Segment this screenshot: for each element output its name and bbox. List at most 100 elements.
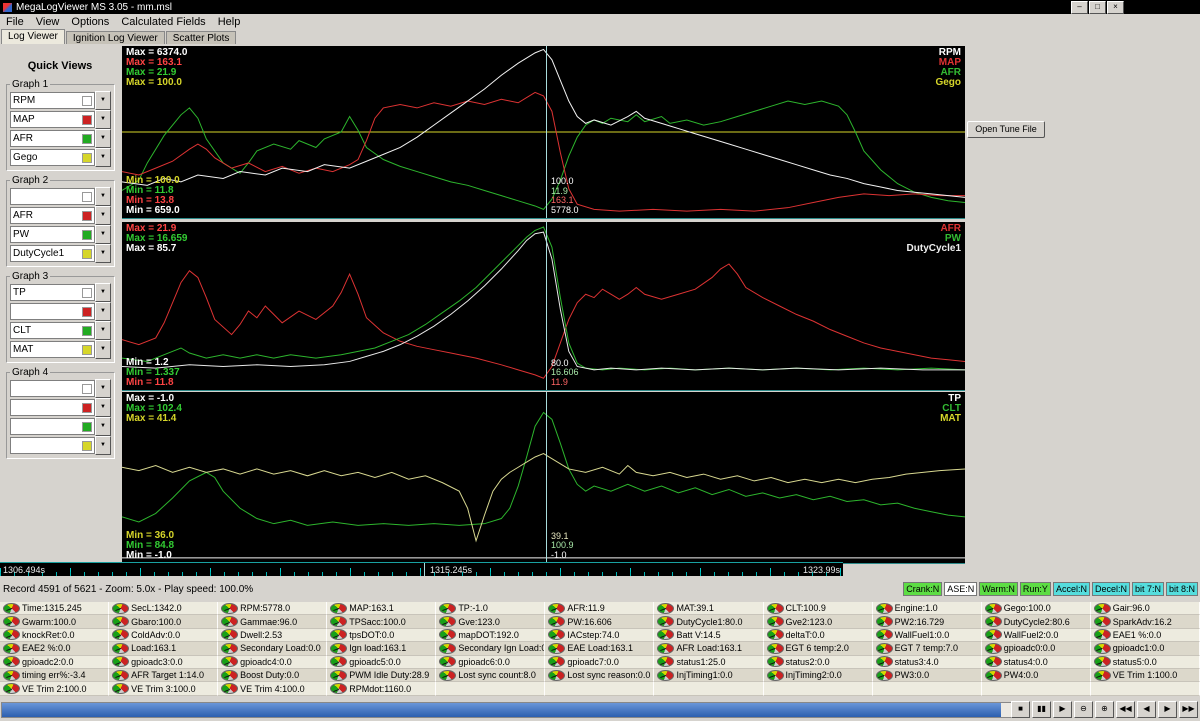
dropdown-arrow-icon[interactable]: ▼ [95, 206, 111, 225]
channel-select[interactable]: AFR [10, 130, 95, 147]
channel-select-row: ▼ [10, 302, 111, 321]
tab-scatter-plots[interactable]: Scatter Plots [165, 31, 237, 44]
channel-select[interactable]: RPM [10, 92, 95, 109]
channel-select[interactable]: TP [10, 284, 95, 301]
gauge-dial-icon [439, 642, 457, 654]
skip-forward-button[interactable]: ▶▶ [1179, 701, 1198, 718]
gauge-dial-icon [875, 642, 893, 654]
gauge-dial-icon [657, 669, 675, 681]
gauge-label: tpsDOT:0.0 [349, 629, 395, 640]
channel-select-value: AFR [13, 133, 33, 144]
channel-select[interactable]: MAP [10, 111, 95, 128]
menu-item-view[interactable]: View [30, 16, 66, 28]
channel-select[interactable]: MAT [10, 341, 95, 358]
dropdown-arrow-icon[interactable]: ▼ [95, 110, 111, 129]
gauge-label: Gbaro:100.0 [131, 616, 182, 627]
gauge-label: Secondary Ign Load:0.0 [458, 643, 546, 654]
channel-select[interactable]: Gego [10, 149, 95, 166]
gauge-dial-icon [112, 669, 130, 681]
trace-dutycycle1 [122, 232, 965, 370]
gauge-dial-icon [875, 616, 893, 628]
channel-color-chip[interactable] [82, 191, 92, 202]
bottom-bar: ■ ▮▮ ▶ ⊖ ⊕ ◀◀ ◀ ▶ ▶▶ [0, 696, 1200, 721]
dropdown-arrow-icon[interactable]: ▼ [95, 148, 111, 167]
scrollbar-thumb[interactable] [2, 703, 1001, 717]
channel-color-chip[interactable] [82, 210, 92, 221]
play-button[interactable]: ▶ [1053, 701, 1072, 718]
maximize-button[interactable]: □ [1089, 1, 1106, 14]
channel-color-chip[interactable] [82, 133, 92, 144]
gauge-dial-icon [3, 683, 20, 695]
dropdown-arrow-icon[interactable]: ▼ [95, 187, 111, 206]
gauge: VE Trim 4:100.0 [218, 682, 328, 696]
dropdown-arrow-icon[interactable]: ▼ [95, 91, 111, 110]
channel-select[interactable]: CLT [10, 322, 95, 339]
step-forward-button[interactable]: ▶ [1158, 701, 1177, 718]
dropdown-arrow-icon[interactable]: ▼ [95, 398, 111, 417]
gauge-label: EAE Load:163.1 [567, 643, 633, 654]
timeline[interactable]: 1306.494s 1315.245s 1323.99s [0, 562, 843, 576]
channel-color-chip[interactable] [82, 248, 92, 259]
channel-select-row: TP ▼ [10, 283, 111, 302]
menu-item-options[interactable]: Options [65, 16, 115, 28]
chart-graph3[interactable]: Max = -1.0 Max = 102.4 Max = 41.4 Min = 36.… [122, 392, 965, 564]
channel-color-chip[interactable] [82, 229, 92, 240]
dropdown-arrow-icon[interactable]: ▼ [95, 379, 111, 398]
dropdown-arrow-icon[interactable]: ▼ [95, 417, 111, 436]
gauge-dial-icon [766, 602, 784, 614]
dropdown-arrow-icon[interactable]: ▼ [95, 340, 111, 359]
channel-color-chip[interactable] [82, 152, 92, 163]
dropdown-arrow-icon[interactable]: ▼ [95, 321, 111, 340]
gauge-dial-icon [330, 616, 348, 628]
open-tune-file-button[interactable]: Open Tune File [967, 121, 1045, 138]
dropdown-arrow-icon[interactable]: ▼ [95, 436, 111, 455]
stop-button[interactable]: ■ [1011, 701, 1030, 718]
dropdown-arrow-icon[interactable]: ▼ [95, 129, 111, 148]
channel-color-chip[interactable] [82, 287, 92, 298]
channel-select[interactable] [10, 399, 95, 416]
chart-graph1[interactable]: Max = 6374.0 Max = 163.1 Max = 21.9 Max = 1… [122, 46, 965, 219]
gauge-dial-icon [439, 629, 457, 641]
channel-select[interactable] [10, 418, 95, 435]
horizontal-scrollbar[interactable] [1, 702, 1017, 718]
zoom-out-button[interactable]: ⊖ [1074, 701, 1093, 718]
gauge: PWM Idle Duty:28.9 [327, 668, 437, 683]
gauge-label: EGT 6 temp:2.0 [785, 643, 849, 654]
channel-color-chip[interactable] [82, 95, 92, 106]
channel-select[interactable] [10, 188, 95, 205]
minimize-button[interactable]: – [1071, 1, 1088, 14]
step-back-button[interactable]: ◀ [1137, 701, 1156, 718]
tab-log-viewer[interactable]: Log Viewer [1, 29, 65, 44]
channel-select[interactable]: AFR [10, 207, 95, 224]
dropdown-arrow-icon[interactable]: ▼ [95, 283, 111, 302]
dropdown-arrow-icon[interactable]: ▼ [95, 225, 111, 244]
gauge: PW3:0.0 [872, 668, 982, 683]
close-button[interactable]: × [1107, 1, 1124, 14]
dropdown-arrow-icon[interactable]: ▼ [95, 302, 111, 321]
channel-color-chip[interactable] [82, 114, 92, 125]
menu-item-calculated-fields[interactable]: Calculated Fields [115, 16, 211, 28]
menu-item-help[interactable]: Help [212, 16, 247, 28]
pause-button[interactable]: ▮▮ [1032, 701, 1051, 718]
channel-color-chip[interactable] [82, 421, 92, 432]
channel-select[interactable]: DutyCycle1 [10, 245, 95, 262]
channel-select[interactable] [10, 380, 95, 397]
gauge: EAE Load:163.1 [545, 642, 655, 656]
zoom-in-button[interactable]: ⊕ [1095, 701, 1114, 718]
channel-color-chip[interactable] [82, 344, 92, 355]
channel-color-chip[interactable] [82, 402, 92, 413]
channel-color-chip[interactable] [82, 383, 92, 394]
tab-ignition-log-viewer[interactable]: Ignition Log Viewer [65, 31, 165, 44]
skip-back-button[interactable]: ◀◀ [1116, 701, 1135, 718]
channel-color-chip[interactable] [82, 325, 92, 336]
channel-color-chip[interactable] [82, 440, 92, 451]
gauge-label: PW2:16.729 [894, 616, 945, 627]
channel-select[interactable]: PW [10, 226, 95, 243]
dropdown-arrow-icon[interactable]: ▼ [95, 244, 111, 263]
cursor-values: 100.0 11.9 163.1 5778.0 [551, 176, 579, 215]
channel-select[interactable] [10, 437, 95, 454]
channel-color-chip[interactable] [82, 306, 92, 317]
menu-item-file[interactable]: File [0, 16, 30, 28]
chart-graph2[interactable]: Max = 21.9 Max = 16.659 Max = 85.7 Min = 1.… [122, 222, 965, 391]
channel-select[interactable] [10, 303, 95, 320]
